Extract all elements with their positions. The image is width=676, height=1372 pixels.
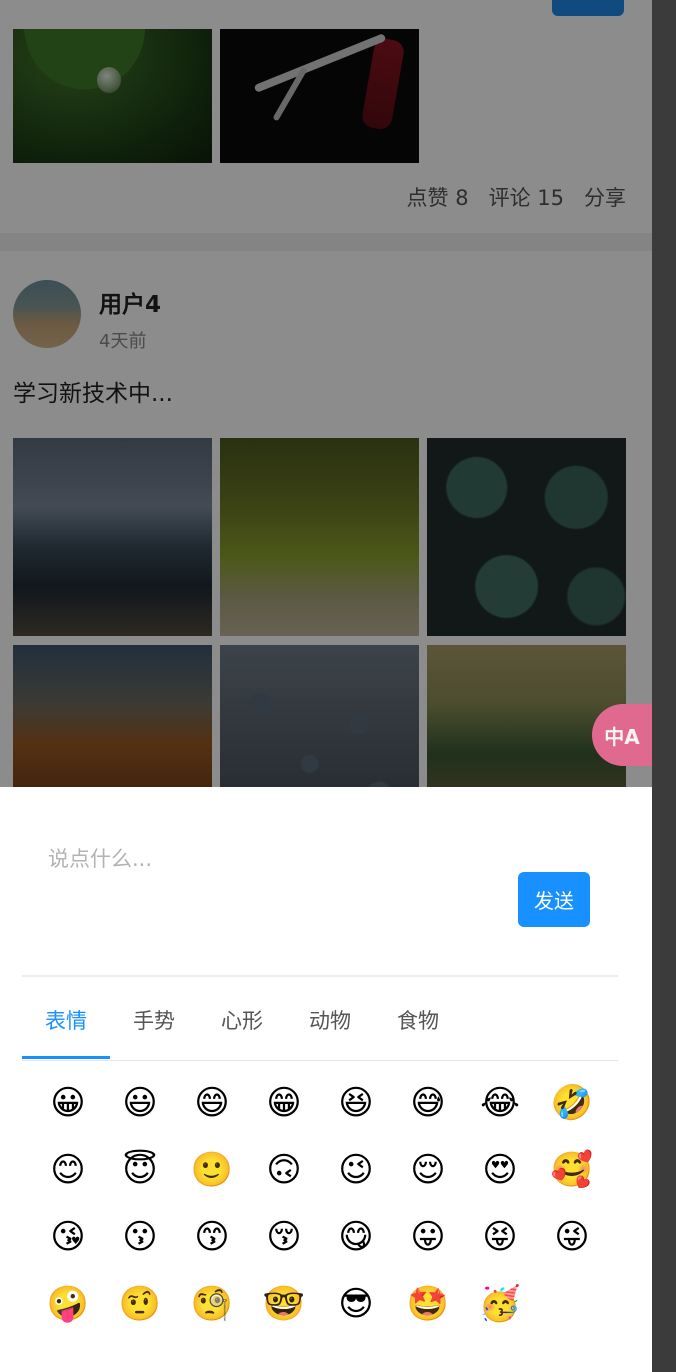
emoji-item[interactable]: 🙂: [176, 1150, 248, 1190]
send-button[interactable]: 发送: [518, 872, 590, 927]
tab-food[interactable]: 食物: [374, 1005, 462, 1035]
translate-icon: 中A: [604, 724, 640, 749]
emoji-item[interactable]: 😀: [32, 1083, 104, 1123]
active-tab-indicator: [22, 1056, 110, 1059]
divider: [22, 975, 618, 977]
emoji-item[interactable]: 🥰: [536, 1150, 608, 1190]
emoji-item[interactable]: 😘: [32, 1217, 104, 1257]
feed: 点赞 8 评论 15 分享 用户4 4天前 学习新技术中...: [0, 0, 652, 787]
tab-hearts[interactable]: 心形: [198, 1005, 286, 1035]
emoji-item[interactable]: 😄: [176, 1083, 248, 1123]
emoji-item[interactable]: 😂: [464, 1083, 536, 1123]
emoji-item[interactable]: 😃: [104, 1083, 176, 1123]
right-dark-strip: [652, 0, 676, 1372]
emoji-item[interactable]: 😆: [320, 1083, 392, 1123]
emoji-item[interactable]: 😛: [392, 1217, 464, 1257]
emoji-item[interactable]: 😙: [176, 1217, 248, 1257]
translate-button[interactable]: 中A: [592, 704, 652, 766]
emoji-item[interactable]: 😊: [32, 1150, 104, 1190]
tab-emoji-faces[interactable]: 表情: [22, 1005, 110, 1035]
tab-animals[interactable]: 动物: [286, 1005, 374, 1035]
comment-input[interactable]: 说点什么...: [48, 843, 152, 873]
emoji-item[interactable]: 🤣: [536, 1083, 608, 1123]
emoji-item[interactable]: 🤨: [104, 1284, 176, 1324]
emoji-item[interactable]: 😅: [392, 1083, 464, 1123]
emoji-item[interactable]: 😉: [320, 1150, 392, 1190]
comment-sheet: 说点什么... 发送 表情 手势 心形 动物 食物 😀 😃 😄 😁 😆 😅 😂 🤣 😊 😇 🙂 🙃 😉 😌…: [0, 787, 652, 1372]
emoji-item[interactable]: 🙃: [248, 1150, 320, 1190]
modal-overlay[interactable]: [0, 0, 652, 787]
emoji-tabs: 表情 手势 心形 动物 食物: [22, 1005, 618, 1061]
emoji-item[interactable]: 🤓: [248, 1284, 320, 1324]
emoji-item[interactable]: 😇: [104, 1150, 176, 1190]
emoji-item[interactable]: 😜: [536, 1217, 608, 1257]
emoji-item[interactable]: 🥳: [464, 1284, 536, 1324]
emoji-item[interactable]: 😁: [248, 1083, 320, 1123]
emoji-item[interactable]: 😝: [464, 1217, 536, 1257]
emoji-item[interactable]: 😎: [320, 1284, 392, 1324]
emoji-item[interactable]: 😋: [320, 1217, 392, 1257]
emoji-item[interactable]: 😗: [104, 1217, 176, 1257]
emoji-item[interactable]: 😍: [464, 1150, 536, 1190]
emoji-item[interactable]: 🤩: [392, 1284, 464, 1324]
emoji-item[interactable]: 🧐: [176, 1284, 248, 1324]
tab-gestures[interactable]: 手势: [110, 1005, 198, 1035]
emoji-item[interactable]: 😚: [248, 1217, 320, 1257]
emoji-item[interactable]: 🤪: [32, 1284, 104, 1324]
emoji-item[interactable]: 😌: [392, 1150, 464, 1190]
